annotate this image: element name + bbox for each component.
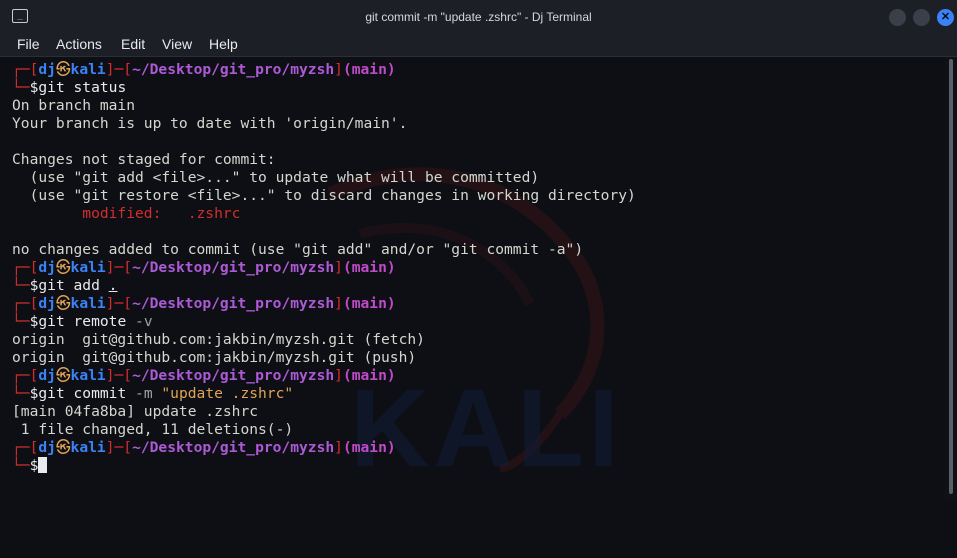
prompt-mid-bracket: ]─[ [105,295,133,312]
prompt-user: dj [38,295,56,312]
prompt-line: ┌─[dj㉿kali]─[~/Desktop/git_pro/myzsh](ma… [12,61,396,79]
command-text: commit [64,385,136,402]
prompt-path: ~/Desktop/git_pro/myzsh [132,259,335,276]
prompt-corner: └─ [12,385,30,402]
menu-actions[interactable]: Actions [56,35,102,53]
prompt-user: dj [38,259,56,276]
prompt-open-bracket: ┌─[ [12,259,39,276]
prompt-user: dj [38,367,56,384]
prompt-mid-bracket: ]─[ [105,259,133,276]
prompt-branch: (main) [342,439,396,456]
menu-help[interactable]: Help [209,35,238,53]
title-bar: _ git commit -m "update .zshrc" - Dj Ter… [0,0,957,34]
menu-view[interactable]: View [162,35,192,53]
command-git: git [38,277,65,294]
prompt-line: ┌─[dj㉿kali]─[~/Desktop/git_pro/myzsh](ma… [12,295,396,313]
output-line: (use "git restore <file>..." to discard … [12,187,636,204]
close-button[interactable]: ✕ [937,9,954,26]
prompt-host: kali [70,439,106,456]
kali-skull-icon: ㉿ [55,295,71,312]
prompt-mid-bracket: ]─[ [105,367,133,384]
prompt-open-bracket: ┌─[ [12,61,39,78]
kali-skull-icon: ㉿ [55,259,71,276]
output-line: Your branch is up to date with 'origin/m… [12,115,408,132]
prompt-path: ~/Desktop/git_pro/myzsh [132,295,335,312]
output-line: On branch main [12,97,136,114]
prompt-branch: (main) [342,367,396,384]
command-line: └─$git add . [12,277,117,295]
command-line: └─$git remote -v [12,313,153,331]
prompt-host: kali [70,367,106,384]
text-cursor [38,457,48,473]
prompt-host: kali [70,61,106,78]
prompt-line: ┌─[dj㉿kali]─[~/Desktop/git_pro/myzsh](ma… [12,439,396,457]
prompt-line: ┌─[dj㉿kali]─[~/Desktop/git_pro/myzsh](ma… [12,259,396,277]
prompt-close-bracket: ] [334,439,343,456]
command-string: "update .zshrc" [152,385,294,402]
minimize-button[interactable] [889,9,906,26]
command-arg: . [108,277,118,294]
output-line: [main 04fa8ba] update .zshrc [12,403,259,420]
prompt-user: dj [38,439,56,456]
output-line: no changes added to commit (use "git add… [12,241,584,258]
command-text: remote [64,313,136,330]
prompt-close-bracket: ] [334,259,343,276]
prompt-open-bracket: ┌─[ [12,367,39,384]
output-line: Changes not staged for commit: [12,151,276,168]
prompt-path: ~/Desktop/git_pro/myzsh [132,439,335,456]
prompt-close-bracket: ] [334,295,343,312]
kali-skull-icon: ㉿ [55,367,71,384]
prompt-mid-bracket: ]─[ [105,439,133,456]
window-title: git commit -m "update .zshrc" - Dj Termi… [365,10,592,24]
prompt-corner: └─ [12,277,30,294]
prompt-dollar: $ [29,457,39,474]
prompt-open-bracket: ┌─[ [12,439,39,456]
command-line: └─$git status [12,79,126,97]
command-git: git [38,313,65,330]
kali-skull-icon: ㉿ [55,439,71,456]
active-command-line[interactable]: └─$ [12,457,48,475]
modified-file-line: modified: .zshrc [12,205,241,222]
maximize-button[interactable] [913,9,930,26]
command-line: └─$git commit -m "update .zshrc" [12,385,293,403]
command-text: git status [38,79,127,96]
prompt-corner: └─ [12,457,30,474]
prompt-open-bracket: ┌─[ [12,295,39,312]
prompt-mid-bracket: ]─[ [105,61,133,78]
output-line: origin git@github.com:jakbin/myzsh.git (… [12,331,425,348]
output-line: origin git@github.com:jakbin/myzsh.git (… [12,349,417,366]
prompt-branch: (main) [342,61,396,78]
command-flag: -v [135,313,153,330]
vertical-scrollbar[interactable] [945,57,957,501]
scrollbar-thumb[interactable] [949,59,953,494]
prompt-path: ~/Desktop/git_pro/myzsh [132,61,335,78]
prompt-corner: └─ [12,79,30,96]
prompt-close-bracket: ] [334,61,343,78]
prompt-host: kali [70,295,106,312]
prompt-host: kali [70,259,106,276]
prompt-corner: └─ [12,313,30,330]
prompt-branch: (main) [342,259,396,276]
kali-skull-icon: ㉿ [55,61,71,78]
prompt-line: ┌─[dj㉿kali]─[~/Desktop/git_pro/myzsh](ma… [12,367,396,385]
prompt-user: dj [38,61,56,78]
prompt-path: ~/Desktop/git_pro/myzsh [132,367,335,384]
command-flag: -m [135,385,153,402]
prompt-close-bracket: ] [334,367,343,384]
output-line: (use "git add <file>..." to update what … [12,169,540,186]
menu-edit[interactable]: Edit [121,35,145,53]
output-line: 1 file changed, 11 deletions(-) [12,421,294,438]
command-text: add [64,277,109,294]
command-git: git [38,385,65,402]
menu-file[interactable]: File [17,35,40,53]
menu-bar: File Actions Edit View Help [0,34,957,57]
prompt-branch: (main) [342,295,396,312]
